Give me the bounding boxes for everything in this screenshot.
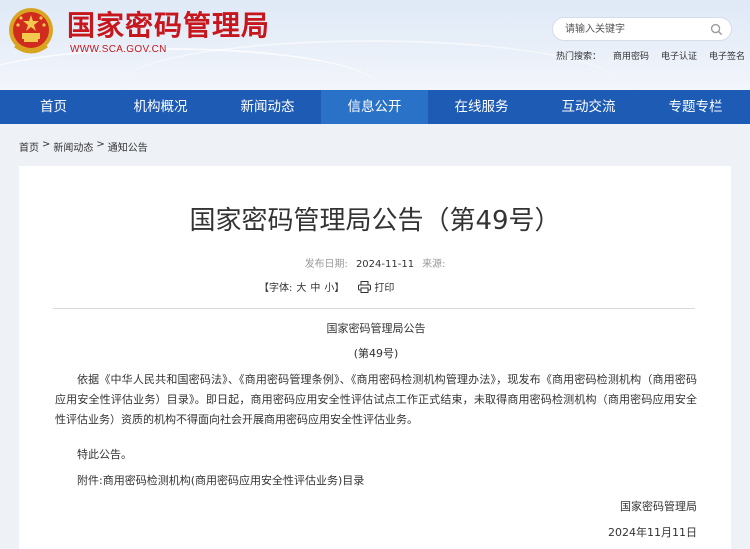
- breadcrumb-separator: >: [42, 139, 51, 150]
- hot-search-item[interactable]: 商用密码: [613, 49, 649, 62]
- date-label: 发布日期:: [304, 259, 348, 270]
- main-nav: 首页 机构概况 新闻动态 信息公开 在线服务 互动交流 专题专栏: [0, 90, 750, 124]
- nav-organization[interactable]: 机构概况: [107, 90, 214, 124]
- breadcrumb-separator: >: [96, 139, 105, 150]
- nav-info-disclosure[interactable]: 信息公开: [321, 90, 428, 124]
- print-button[interactable]: 打印: [358, 279, 394, 294]
- notice-heading: 国家密码管理局公告: [326, 322, 426, 335]
- notice-number: (第49号): [353, 347, 399, 360]
- article-meta: 发布日期: 2024-11-11 来源:: [19, 255, 731, 270]
- hot-search-item[interactable]: 电子认证: [661, 49, 697, 62]
- notice-date: 2024年11月11日: [608, 526, 697, 539]
- nav-news[interactable]: 新闻动态: [214, 90, 321, 124]
- breadcrumb-home[interactable]: 首页: [19, 139, 39, 154]
- search-icon[interactable]: [710, 23, 723, 36]
- national-emblem-icon[interactable]: [7, 6, 55, 56]
- print-label: 打印: [374, 283, 395, 294]
- site-header: 国家密码管理局 WWW.SCA.GOV.CN 热门搜索： 商用密码 电子认证 电…: [0, 0, 750, 90]
- search-box: [552, 17, 732, 41]
- nav-home[interactable]: 首页: [0, 90, 107, 124]
- article-title: 国家密码管理局公告（第49号）: [189, 206, 561, 236]
- breadcrumb-notices[interactable]: 通知公告: [108, 139, 148, 154]
- font-size-small[interactable]: 小: [324, 279, 334, 294]
- publish-date: 2024-11-11: [355, 259, 415, 270]
- notice-signature: 国家密码管理局: [620, 500, 697, 513]
- hot-search-label: 热门搜索：: [556, 52, 602, 62]
- hot-search-item[interactable]: 电子签名: [709, 49, 745, 62]
- printer-icon: [358, 280, 372, 293]
- notice-closing: 特此公告。: [77, 448, 132, 461]
- nav-online-service[interactable]: 在线服务: [428, 90, 535, 124]
- font-size-medium[interactable]: 中: [310, 279, 320, 294]
- attachment-link[interactable]: 附件:商用密码检测机构(商用密码应用安全性评估业务)目录: [77, 471, 364, 491]
- site-name[interactable]: 国家密码管理局: [67, 4, 270, 44]
- article-card: 国家密码管理局公告（第49号） 发布日期: 2024-11-11 来源: 【字体: …: [19, 166, 731, 549]
- source-label: 来源:: [422, 259, 446, 270]
- font-size-label: 【字体:: [259, 283, 293, 294]
- breadcrumb-news[interactable]: 新闻动态: [53, 139, 93, 154]
- search-input[interactable]: [565, 21, 705, 37]
- notice-paragraph: 依据《中华人民共和国密码法》、《商用密码管理条例》、《商用密码检测机构管理办法》…: [55, 373, 697, 426]
- nav-interaction[interactable]: 互动交流: [535, 90, 642, 124]
- divider: [53, 308, 695, 309]
- breadcrumb: 首页 > 新闻动态 > 通知公告: [19, 139, 148, 154]
- font-size-close: 】: [334, 283, 345, 294]
- nav-special-topics[interactable]: 专题专栏: [642, 90, 749, 124]
- article-tools: 【字体: 大 中 小 】 打印: [259, 279, 394, 294]
- font-size-large[interactable]: 大: [296, 279, 306, 294]
- hot-search: 热门搜索： 商用密码 电子认证 电子签名: [556, 49, 745, 62]
- site-url: WWW.SCA.GOV.CN: [70, 44, 167, 55]
